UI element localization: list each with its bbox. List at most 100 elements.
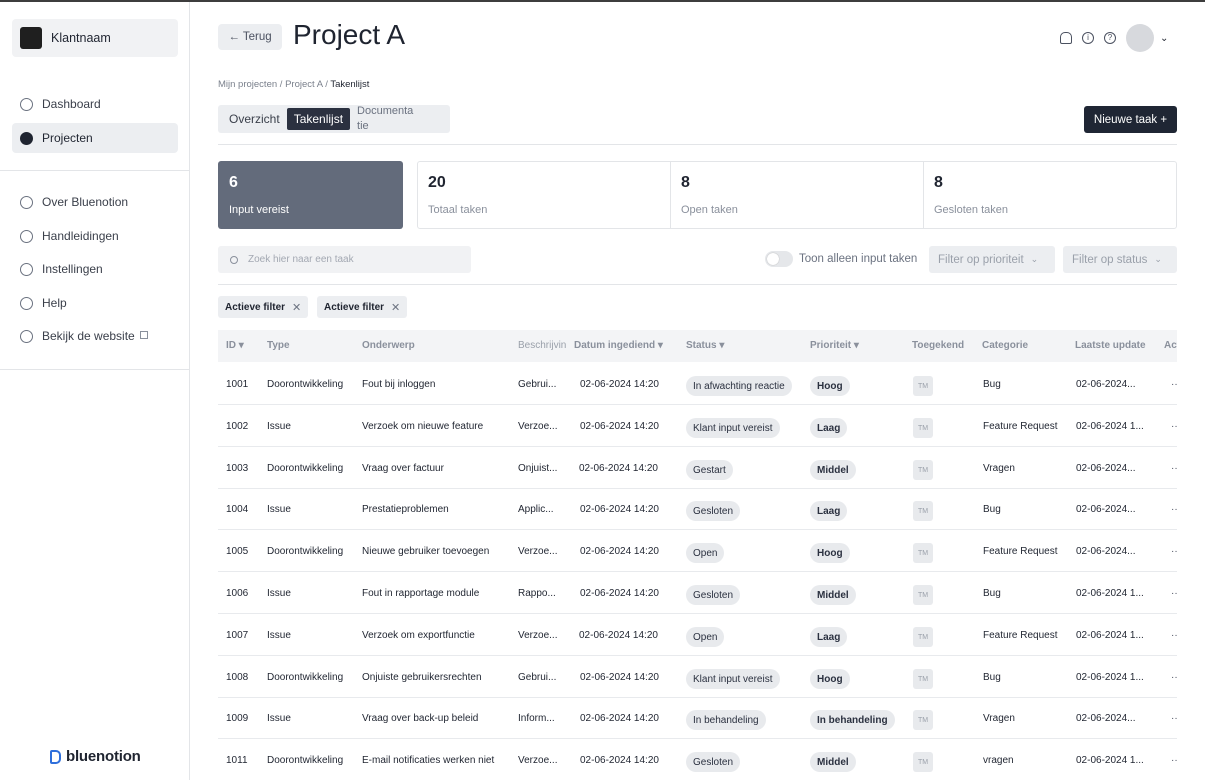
tab-takenlijst[interactable]: Takenlijst bbox=[286, 108, 351, 130]
cell-subject: Nieuwe gebruiker toevoegen bbox=[362, 546, 490, 557]
cell-date: 02-06-2024 14:20 bbox=[580, 672, 659, 683]
row-actions-icon[interactable]: ·· bbox=[1171, 630, 1177, 641]
sidebar-item-projecten[interactable]: Projecten bbox=[12, 123, 178, 153]
status-badge: Gesloten bbox=[686, 501, 741, 521]
row-actions-icon[interactable]: ·· bbox=[1171, 463, 1177, 474]
chevron-down-icon: ⌄ bbox=[1030, 254, 1039, 264]
cell-subject: Prestatieproblemen bbox=[362, 504, 449, 515]
breadcrumb: Mijn projecten / Project A / Takenlijst bbox=[218, 79, 369, 90]
cell-category: Bug bbox=[983, 379, 1001, 390]
active-filter-chip[interactable]: Actieve filter ✕ bbox=[218, 296, 309, 318]
status-badge: Gesloten bbox=[686, 585, 741, 605]
search-field[interactable]: Zoek hier naar een taak bbox=[218, 246, 471, 273]
cell-subject: E-mail notificaties werken niet bbox=[362, 755, 495, 766]
help-icon bbox=[20, 296, 33, 310]
row-actions-icon[interactable]: ·· bbox=[1171, 546, 1177, 557]
breadcrumb-separator: / bbox=[277, 79, 286, 90]
input-only-toggle[interactable] bbox=[765, 251, 793, 267]
back-button[interactable]: ← Terug bbox=[218, 24, 282, 50]
cell-updated: 02-06-2024... bbox=[1076, 379, 1136, 390]
cell-id: 1011 bbox=[226, 755, 248, 766]
row-actions-icon[interactable]: ·· bbox=[1171, 421, 1177, 432]
dashboard-icon bbox=[20, 97, 33, 111]
cell-id: 1003 bbox=[226, 463, 249, 474]
cell-date: 02-06-2024 14:20 bbox=[580, 504, 659, 515]
tab-bar: Overzicht Takenlijst Documenta tie bbox=[218, 105, 450, 133]
stat-card-input-vereist[interactable]: 6 Input vereist bbox=[218, 161, 403, 229]
column-header-id[interactable]: ID ▾ bbox=[226, 340, 244, 351]
sidebar-item-website[interactable]: Bekijk de website bbox=[12, 321, 178, 351]
sidebar-item-instellingen[interactable]: Instellingen bbox=[12, 254, 178, 284]
sidebar-item-help[interactable]: Help bbox=[12, 288, 178, 318]
priority-filter-dropdown[interactable]: Filter op prioriteit ⌄ bbox=[929, 246, 1055, 273]
stat-value: 8 bbox=[681, 174, 690, 191]
breadcrumb-item[interactable]: Mijn projecten bbox=[218, 79, 277, 90]
priority-badge: Hoog bbox=[810, 669, 850, 689]
cell-subject: Verzoek om exportfunctie bbox=[362, 630, 475, 641]
help-icon[interactable]: ? bbox=[1104, 32, 1116, 44]
row-actions-icon[interactable]: ·· bbox=[1171, 379, 1177, 390]
sidebar-item-label: Bekijk de website bbox=[42, 329, 135, 343]
cell-description: Onjuist... bbox=[518, 463, 558, 474]
column-header-date[interactable]: Datum ingediend ▾ bbox=[574, 340, 663, 351]
row-actions-icon[interactable]: ·· bbox=[1171, 504, 1177, 515]
stat-label: Open taken bbox=[681, 204, 738, 216]
breadcrumb-item[interactable]: Project A bbox=[285, 79, 323, 90]
cell-category: Vragen bbox=[983, 463, 1015, 474]
chevron-down-icon[interactable]: ⌄ bbox=[1160, 33, 1168, 44]
sidebar-item-handleidingen[interactable]: Handleidingen bbox=[12, 221, 178, 251]
cell-updated: 02-06-2024 1... bbox=[1076, 421, 1144, 432]
cell-type: Doorontwikkeling bbox=[267, 672, 344, 683]
cell-type: Doorontwikkeling bbox=[267, 755, 344, 766]
cell-date: 02-06-2024 14:20 bbox=[580, 713, 659, 724]
stat-label: Totaal taken bbox=[428, 204, 488, 216]
close-icon[interactable]: ✕ bbox=[391, 301, 400, 314]
row-actions-icon[interactable]: ·· bbox=[1171, 672, 1177, 683]
row-actions-icon[interactable]: ·· bbox=[1171, 588, 1177, 599]
cell-subject: Vraag over back-up beleid bbox=[362, 713, 479, 724]
cell-subject: Verzoek om nieuwe feature bbox=[362, 421, 484, 432]
avatar[interactable] bbox=[1126, 24, 1154, 52]
info-icon[interactable]: i bbox=[1082, 32, 1094, 44]
column-header-status[interactable]: Status ▾ bbox=[686, 340, 724, 351]
assignee-avatar: TM bbox=[913, 501, 933, 521]
stat-value: 20 bbox=[428, 174, 446, 191]
sidebar-item-over-bluenotion[interactable]: Over Bluenotion bbox=[12, 187, 178, 217]
tab-overzicht[interactable]: Overzicht bbox=[222, 108, 287, 130]
cell-id: 1008 bbox=[226, 672, 249, 683]
cell-date: 02-06-2024 14:20 bbox=[580, 755, 659, 766]
status-filter-dropdown[interactable]: Filter op status ⌄ bbox=[1063, 246, 1177, 273]
assignee-avatar: TM bbox=[913, 376, 933, 396]
row-actions-icon[interactable]: ·· bbox=[1171, 713, 1177, 724]
cell-type: Issue bbox=[267, 588, 291, 599]
cell-date: 02-06-2024 14:20 bbox=[580, 379, 659, 390]
cell-id: 1005 bbox=[226, 546, 249, 557]
sidebar-item-label: Projecten bbox=[42, 131, 93, 145]
column-header-priority[interactable]: Prioriteit ▾ bbox=[810, 340, 859, 351]
bell-icon[interactable] bbox=[1060, 32, 1072, 44]
priority-badge: Laag bbox=[810, 627, 848, 647]
sidebar-item-dashboard[interactable]: Dashboard bbox=[12, 89, 178, 119]
cell-description: Verzoe... bbox=[518, 630, 558, 641]
status-badge: In behandeling bbox=[686, 710, 766, 730]
assignee-avatar: TM bbox=[913, 418, 933, 438]
status-badge: Klant input vereist bbox=[686, 669, 780, 689]
cell-type: Doorontwikkeling bbox=[267, 463, 344, 474]
priority-badge: Hoog bbox=[810, 543, 850, 563]
sidebar-item-label: Instellingen bbox=[42, 262, 103, 276]
assignee-avatar: TM bbox=[913, 460, 933, 480]
search-input[interactable]: Zoek hier naar een taak bbox=[248, 254, 354, 265]
active-filter-chip[interactable]: Actieve filter ✕ bbox=[317, 296, 408, 318]
cell-date: 02-06-2024 14:20 bbox=[580, 588, 659, 599]
row-actions-icon[interactable]: ·· bbox=[1171, 755, 1177, 766]
tab-documentatie[interactable]: Documenta tie bbox=[350, 105, 420, 132]
close-icon[interactable]: ✕ bbox=[292, 301, 301, 314]
stat-value: 8 bbox=[934, 174, 943, 191]
client-switcher[interactable]: Klantnaam bbox=[12, 19, 178, 57]
brand-logo: bluenotion bbox=[50, 748, 141, 765]
assignee-avatar: TM bbox=[913, 710, 933, 730]
cell-type: Doorontwikkeling bbox=[267, 546, 344, 557]
chip-label: Actieve filter bbox=[324, 301, 385, 313]
new-task-button[interactable]: Nieuwe taak + bbox=[1084, 106, 1177, 133]
cell-description: Gebrui... bbox=[518, 379, 557, 390]
